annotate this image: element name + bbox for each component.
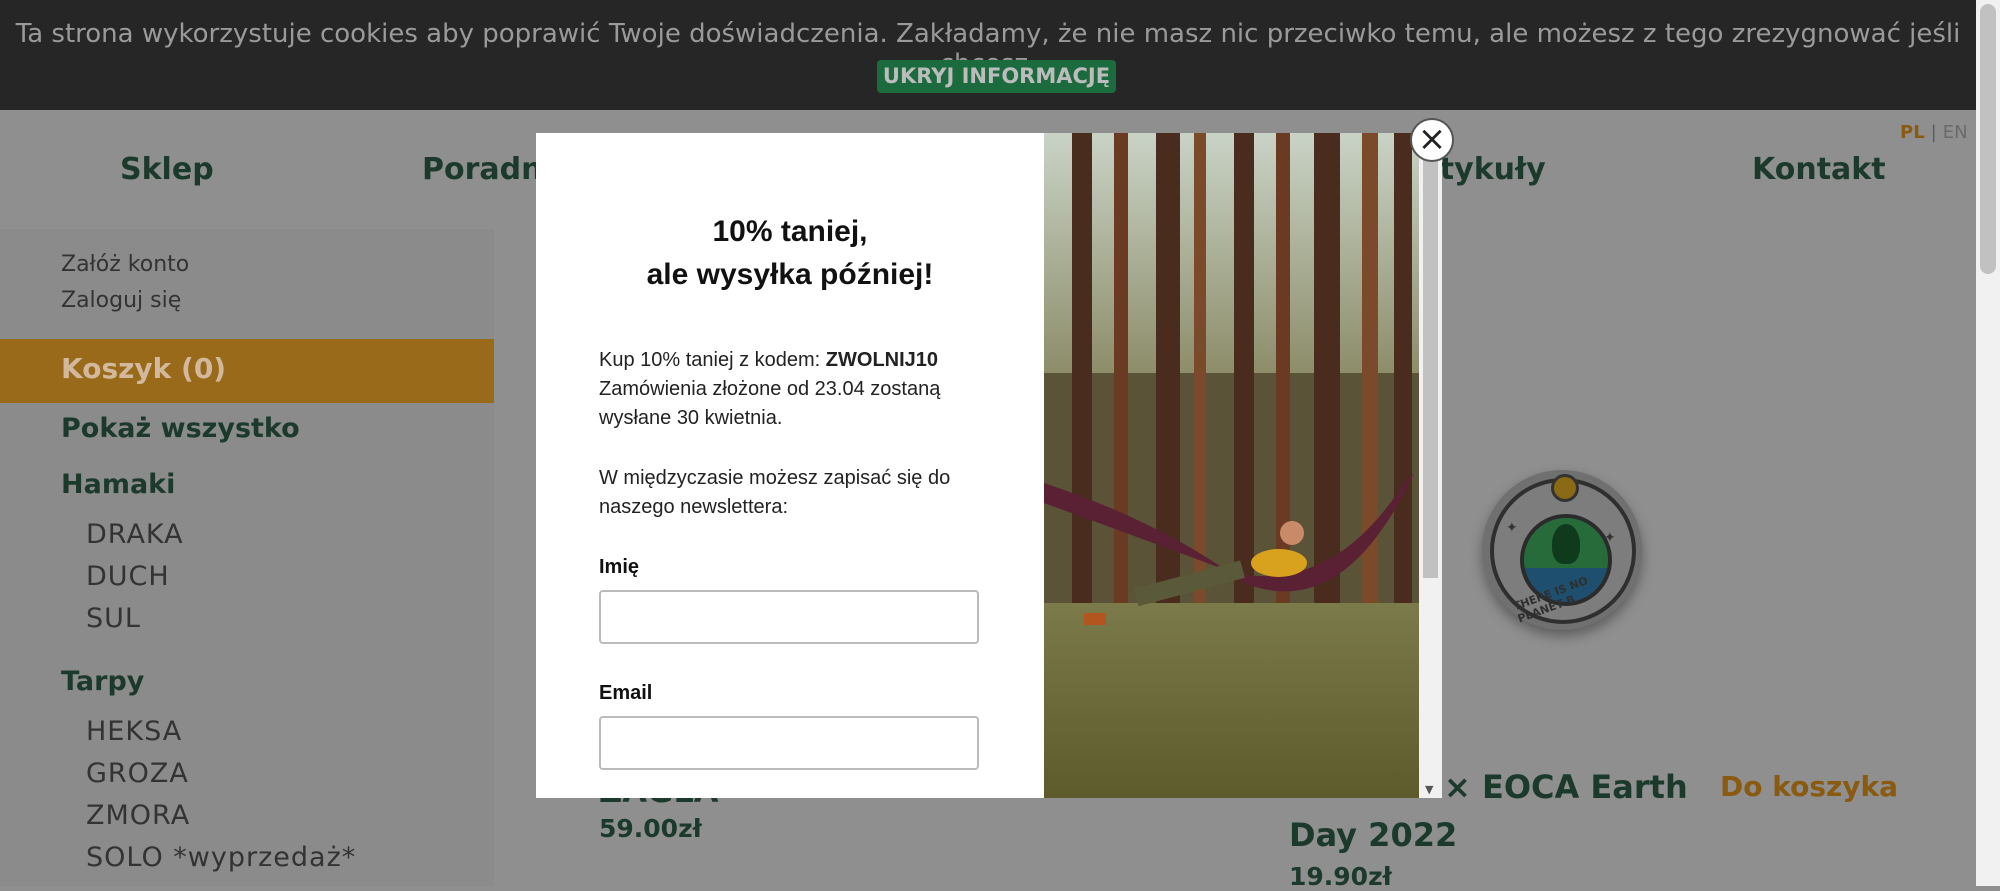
popup-scrollbar[interactable]: ▼ xyxy=(1419,133,1442,798)
name-input[interactable] xyxy=(599,590,979,644)
promo-line2: Zamówienia złożone od 23.04 zostaną xyxy=(599,378,941,400)
star-icon: ✦ xyxy=(1506,520,1518,536)
login-link[interactable]: Zaloguj się xyxy=(61,288,181,313)
nav-item-guides[interactable]: Poradn xyxy=(422,152,542,187)
product-name[interactable]: × EOCA Earth xyxy=(1444,768,1688,806)
show-all-link[interactable]: Pokaż wszystko xyxy=(61,413,300,444)
cart-label: Koszyk (0) xyxy=(61,352,227,385)
popup-title-line1: 10% taniej, xyxy=(712,215,868,248)
newsletter-line2: naszego newslettera: xyxy=(599,496,789,518)
category-hammocks[interactable]: Hamaki xyxy=(61,469,175,500)
tarp-item[interactable]: HEKSA xyxy=(86,716,182,747)
hammock-item[interactable]: DUCH xyxy=(86,561,170,592)
promo-line1: Kup 10% taniej z kodem: ZWOLNIJ10 xyxy=(599,349,939,371)
hammock-item[interactable]: SUL xyxy=(86,603,141,634)
popup-title-line2: ale wysyłka później! xyxy=(646,258,934,291)
register-link[interactable]: Załóż konto xyxy=(61,252,189,277)
newsletter-line1: W międzyczasie możesz zapisać się do xyxy=(599,467,951,489)
scroll-down-arrow-icon[interactable]: ▼ xyxy=(1425,783,1433,796)
cookie-banner: Ta strona wykorzystuje cookies aby popra… xyxy=(0,0,1976,110)
add-to-cart-button[interactable]: Do koszyka xyxy=(1720,770,1898,803)
product-badge-image[interactable]: ✦ ✦ THERE IS NO PLANET B xyxy=(1482,470,1642,630)
nav-item-contact[interactable]: Kontakt xyxy=(1752,152,1886,187)
lang-pl-link[interactable]: PL xyxy=(1900,122,1925,143)
hammock-illustration xyxy=(1044,473,1414,625)
popup-scrollbar-thumb[interactable] xyxy=(1423,133,1438,578)
tarp-item[interactable]: GROZA xyxy=(86,758,189,789)
email-label: Email xyxy=(599,682,653,704)
hide-cookie-info-button[interactable]: UKRYJ INFORMACJĘ xyxy=(877,60,1116,93)
product-name-line2[interactable]: Day 2022 xyxy=(1289,816,1457,854)
star-icon: ✦ xyxy=(1604,530,1616,546)
page-scrollbar[interactable] xyxy=(1976,0,2000,886)
hammock-photo xyxy=(1044,133,1419,798)
category-tarps[interactable]: Tarpy xyxy=(61,666,144,697)
page-scrollbar-thumb[interactable] xyxy=(1980,4,1996,274)
newsletter-popup: 10% taniej, ale wysyłka później! Kup 10%… xyxy=(536,133,1442,798)
product-price: 59.00zł xyxy=(599,814,702,843)
email-input[interactable] xyxy=(599,716,979,770)
language-switcher: PL | EN xyxy=(1900,122,1968,143)
close-popup-button[interactable]: × xyxy=(1410,118,1454,162)
sun-icon xyxy=(1551,474,1579,502)
product-price: 19.90zł xyxy=(1289,862,1392,891)
tarp-item[interactable]: SOLO *wyprzedaż* xyxy=(86,842,356,873)
name-label: Imię xyxy=(599,556,640,578)
lang-separator: | xyxy=(1930,122,1937,143)
cart-link[interactable]: Koszyk (0) xyxy=(0,339,494,403)
hammock-item[interactable]: DRAKA xyxy=(86,519,184,550)
promo-line3: wysłane 30 kwietnia. xyxy=(599,407,783,429)
promo-code: ZWOLNIJ10 xyxy=(825,349,939,371)
tarp-item[interactable]: ZMORA xyxy=(86,800,190,831)
nav-item-shop[interactable]: Sklep xyxy=(120,152,214,187)
sidebar: Załóż konto Zaloguj się Koszyk (0) Pokaż… xyxy=(0,229,494,886)
lang-en-link[interactable]: EN xyxy=(1943,122,1968,143)
